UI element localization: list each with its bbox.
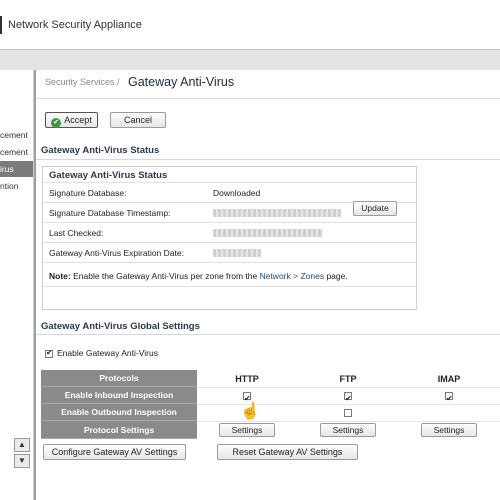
breadcrumb[interactable]: Security Services /: [45, 77, 120, 87]
outbound-ftp-checkbox[interactable]: [344, 408, 352, 417]
hand-pointer-icon: ☝: [240, 403, 260, 420]
divider: [36, 159, 500, 160]
col-imap: IMAP: [437, 374, 461, 384]
note-tail: page.: [324, 271, 348, 281]
inbound-imap-checkbox[interactable]: [445, 390, 453, 407]
http-settings-button[interactable]: Settings: [219, 423, 275, 437]
grid-header-protocols: Protocols: [41, 370, 197, 387]
outbound-ftp-cell: [318, 404, 378, 421]
enable-gav-label: Enable Gateway Anti-Virus: [57, 348, 158, 358]
divider: [197, 421, 500, 422]
sidebar-item-gateway-av[interactable]: irus: [0, 161, 33, 177]
sidebar-item-2[interactable]: cement: [0, 144, 33, 160]
page-title: Gateway Anti-Virus: [128, 75, 235, 89]
note-body: Enable the Gateway Anti-Virus per zone f…: [70, 271, 260, 281]
divider: [36, 334, 500, 335]
note-label: Note:: [49, 271, 71, 281]
ftp-settings-button[interactable]: Settings: [320, 423, 376, 437]
status-row: Gateway Anti-Virus Expiration Date:: [43, 242, 416, 262]
enable-gav-row[interactable]: Enable Gateway Anti-Virus: [45, 348, 158, 358]
redacted-value: [213, 249, 261, 257]
inbound-imap-cell: [419, 387, 479, 407]
check-circle-icon: ✔: [51, 118, 62, 128]
arrow-up-icon[interactable]: ▲: [14, 438, 30, 452]
status-row-value: Downloaded: [213, 188, 261, 198]
arrow-down-icon[interactable]: ▼: [14, 454, 30, 468]
status-row: Signature Database: Downloaded: [43, 182, 416, 202]
network-zones-link[interactable]: Network > Zones: [260, 271, 325, 281]
grid-label-protocol-settings: Protocol Settings: [41, 421, 197, 439]
main-content: Security Services / Gateway Anti-Virus ✔…: [36, 70, 500, 500]
status-section-heading: Gateway Anti-Virus Status: [41, 145, 160, 156]
sidebar-item-label: irus: [0, 164, 14, 174]
app-title: Network Security Appliance: [8, 19, 142, 31]
inbound-ftp-cell: [318, 387, 378, 407]
col-http: HTTP: [235, 374, 259, 384]
inbound-ftp-checkbox[interactable]: [344, 390, 352, 407]
accept-label: Accept: [64, 115, 92, 125]
sidebar-item-label: ntion: [0, 181, 19, 191]
reset-gav-settings-button[interactable]: Reset Gateway AV Settings: [217, 444, 358, 460]
status-box-title: Gateway Anti-Virus Status: [49, 170, 168, 181]
grid-label-inbound: Enable Inbound Inspection: [41, 387, 197, 404]
configure-gav-settings-button[interactable]: Configure Gateway AV Settings: [43, 444, 186, 460]
accept-button[interactable]: ✔ Accept: [45, 112, 98, 128]
sidebar-item-4[interactable]: ntion: [0, 178, 33, 194]
status-box: Gateway Anti-Virus Status Signature Data…: [42, 166, 417, 310]
divider: [36, 98, 500, 99]
grid-label-outbound: Enable Outbound Inspection: [41, 404, 197, 421]
divider: [43, 262, 416, 263]
global-section-heading: Gateway Anti-Virus Global Settings: [41, 321, 200, 332]
update-button[interactable]: Update: [353, 201, 397, 216]
status-row-label: Gateway Anti-Virus Expiration Date:: [49, 248, 184, 258]
imap-settings-button[interactable]: Settings: [421, 423, 477, 437]
sidebar: cement cement irus ntion ▲ ▼: [0, 70, 34, 500]
inbound-http-checkbox[interactable]: [243, 390, 251, 407]
sidebar-item-label: cement: [0, 130, 28, 140]
status-row-label: Signature Database:: [49, 188, 127, 198]
sidebar-item-label: cement: [0, 147, 28, 157]
status-row-label: Last Checked:: [49, 228, 104, 238]
note-text: Note: Enable the Gateway Anti-Virus per …: [49, 271, 348, 281]
divider: [43, 286, 416, 287]
redacted-value: [213, 209, 341, 217]
col-ftp: FTP: [339, 374, 357, 384]
app-titlebar: Network Security Appliance: [0, 0, 500, 50]
window-edge: [0, 16, 2, 34]
cancel-button[interactable]: Cancel: [110, 112, 166, 128]
sidebar-item-1[interactable]: cement: [0, 127, 33, 143]
redacted-value: [213, 229, 323, 237]
header-gap: [0, 50, 500, 70]
status-row: Last Checked:: [43, 222, 416, 242]
enable-gav-checkbox[interactable]: [45, 348, 53, 358]
status-row-label: Signature Database Timestamp:: [49, 208, 171, 218]
